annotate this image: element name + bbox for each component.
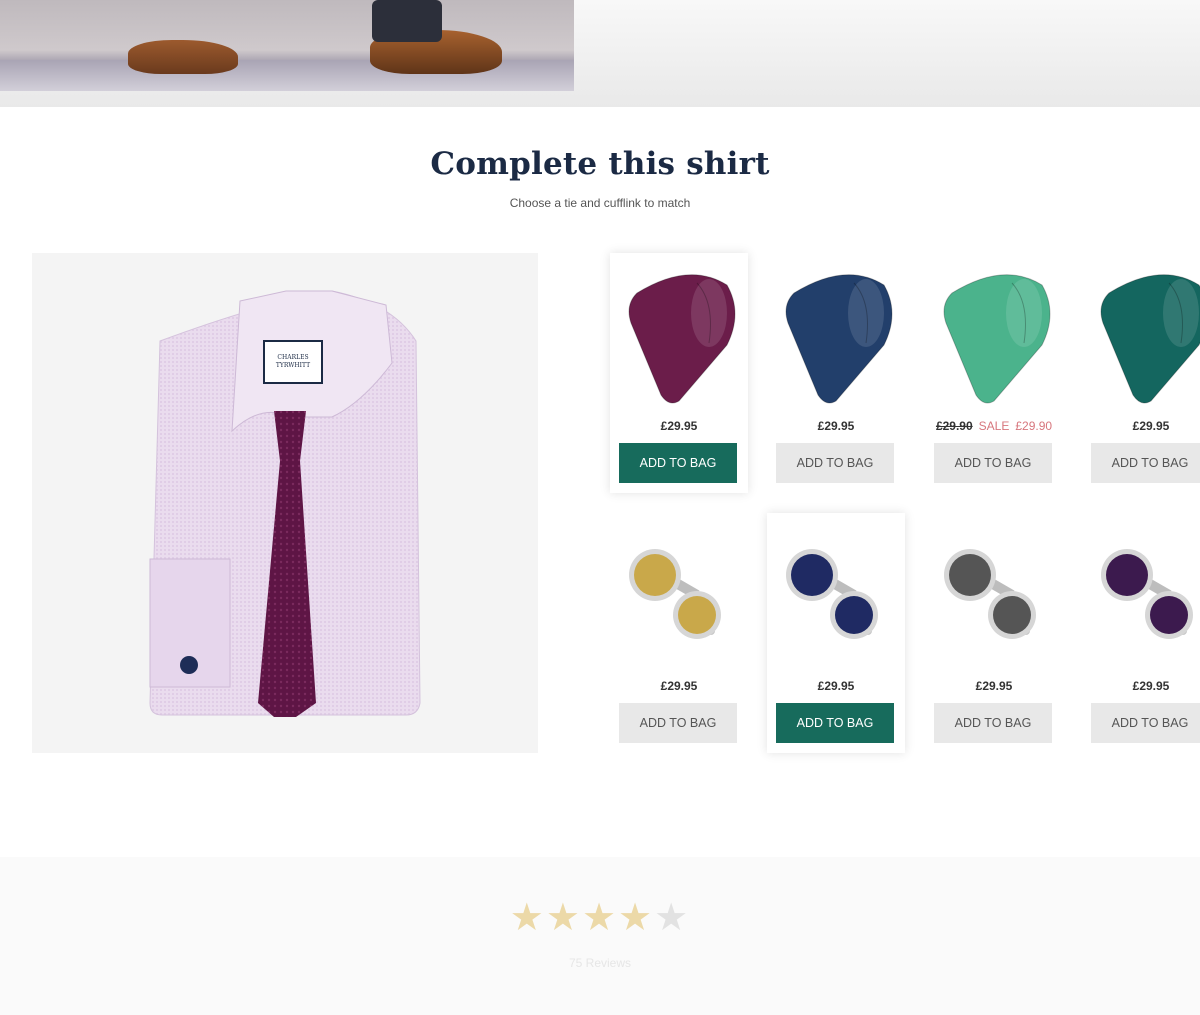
section-title: Complete this shirt [430,146,770,182]
add-to-bag-button[interactable]: ADD TO BAG [934,443,1052,483]
star-icon: ★ [509,895,546,939]
reviews-section: ★★★★★ 75 Reviews [0,857,1200,1015]
price: £29.95 [1132,419,1170,433]
price: £29.95 [817,419,855,433]
hero-banner [0,0,1200,107]
old-price: £29.90 [935,419,973,433]
sale-label: SALE [978,419,1010,433]
svg-text:CHARLES: CHARLES [277,354,308,361]
add-to-bag-button[interactable]: ADD TO BAG [1091,703,1200,743]
price: £29.95 [975,679,1013,693]
add-to-bag-button[interactable]: ADD TO BAG [776,703,894,743]
add-to-bag-button[interactable]: ADD TO BAG [619,703,737,743]
add-to-bag-button[interactable]: ADD TO BAG [1091,443,1200,483]
add-to-bag-button[interactable]: ADD TO BAG [776,443,894,483]
cufflink-product-card[interactable]: £29.95 ADD TO BAG [925,513,1063,753]
star-icon: ★ [545,895,582,939]
tie-product-card[interactable]: £29.90 SALE £29.90 ADD TO BAG [925,253,1063,493]
price: £29.95 [817,679,855,693]
cufflink-image[interactable] [619,523,739,673]
star-icon: ★ [618,895,655,939]
tie-image[interactable] [1091,263,1200,413]
cufflink-image[interactable] [934,523,1054,673]
section-subtitle: Choose a tie and cufflink to match [509,196,691,210]
price: £29.90 SALE £29.90 [925,419,1063,433]
shoes-photo [0,0,574,91]
review-count[interactable]: 75 Reviews [0,956,1200,970]
svg-text:TYRWHITT: TYRWHITT [276,362,310,369]
star-icon: ★ [581,895,619,939]
tie-image[interactable] [619,263,739,413]
price: £29.95 [660,679,698,693]
cufflink-image[interactable] [776,523,896,673]
star-icon: ★ [654,895,691,939]
tie-image[interactable] [776,263,896,413]
cufflink-product-card[interactable]: £29.95 ADD TO BAG [767,513,905,753]
sale-price: £29.90 [1015,419,1053,433]
price: £29.95 [1132,679,1170,693]
price: £29.95 [660,419,698,433]
tie-product-card[interactable]: £29.95 ADD TO BAG [610,253,748,493]
shirt-image: CHARLES TYRWHITT [32,253,538,753]
cufflink-product-card[interactable]: £29.95 ADD TO BAG [610,513,748,753]
rating-stars: ★★★★★ [0,895,1200,939]
add-to-bag-button[interactable]: ADD TO BAG [934,703,1052,743]
tie-image[interactable] [934,263,1054,413]
cufflink-image[interactable] [1091,523,1200,673]
cufflink-product-card[interactable]: £29.95 ADD TO BAG [1082,513,1200,753]
tie-product-card[interactable]: £29.95 ADD TO BAG [767,253,905,493]
add-to-bag-button[interactable]: ADD TO BAG [619,443,737,483]
tie-product-card[interactable]: £29.95 ADD TO BAG [1082,253,1200,493]
